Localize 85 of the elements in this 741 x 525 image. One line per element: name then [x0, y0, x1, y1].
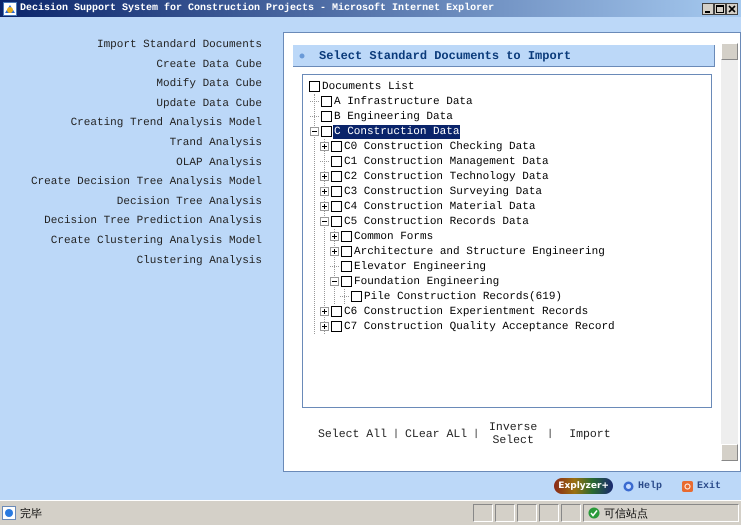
tree-item-label[interactable]: C2 Construction Technology Data: [343, 170, 550, 184]
sidebar-link[interactable]: Create Data Cube: [156, 56, 262, 76]
security-zone: 可信站点: [604, 506, 648, 520]
checkbox[interactable]: [331, 201, 342, 212]
checkbox[interactable]: [321, 111, 332, 122]
checkbox[interactable]: [331, 171, 342, 182]
status-panel: [517, 504, 537, 522]
tree-item-label[interactable]: C1 Construction Management Data: [343, 154, 550, 168]
bullet-icon: [299, 52, 305, 58]
status-panel: [495, 504, 515, 522]
action-link[interactable]: Select All: [318, 428, 388, 440]
sidebar-link[interactable]: Clustering Analysis: [136, 252, 262, 272]
collapse-icon[interactable]: [330, 277, 339, 286]
close-icon[interactable]: [726, 2, 738, 14]
status-text: 完毕: [20, 506, 42, 520]
sidebar-link[interactable]: Trand Analysis: [170, 134, 262, 154]
tree-item-label[interactable]: Pile Construction Records(619): [363, 290, 564, 304]
expand-icon[interactable]: [320, 187, 329, 196]
checkbox[interactable]: [351, 291, 362, 302]
collapse-icon[interactable]: [320, 217, 329, 226]
checkbox[interactable]: [321, 126, 332, 137]
checkbox[interactable]: [341, 231, 352, 242]
sidebar-link[interactable]: OLAP Analysis: [176, 154, 262, 174]
tree-item-label[interactable]: A Infrastructure Data: [333, 94, 474, 108]
sidebar-link[interactable]: Decision Tree Analysis: [116, 192, 262, 212]
sidebar-link[interactable]: Update Data Cube: [156, 94, 262, 114]
tree-item-label[interactable]: C0 Construction Checking Data: [343, 140, 536, 154]
action-link[interactable]: CLear ALl: [405, 428, 468, 440]
tree-item-label[interactable]: C4 Construction Material Data: [343, 200, 536, 214]
sidebar-link[interactable]: Decision Tree Prediction Analysis: [44, 212, 262, 232]
tree-item-label[interactable]: Documents List: [321, 80, 416, 94]
sidebar-link[interactable]: Modify Data Cube: [156, 75, 262, 95]
checkbox[interactable]: [341, 276, 352, 287]
tree-item-label[interactable]: Elevator Engineering: [353, 260, 488, 274]
footer-link[interactable]: Help: [638, 480, 662, 492]
status-panel: [561, 504, 581, 522]
explyzer-logo[interactable]: Explyzer+: [554, 478, 613, 494]
sidebar-link[interactable]: Create Clustering Analysis Model: [50, 232, 262, 252]
sidebar-link[interactable]: Import Standard Documents: [96, 36, 262, 56]
expand-icon[interactable]: [320, 307, 329, 316]
checkbox[interactable]: [331, 156, 342, 167]
tree-item-label[interactable]: Foundation Engineering: [353, 274, 500, 288]
checkbox[interactable]: [331, 141, 342, 152]
expand-icon[interactable]: [320, 142, 329, 151]
action-link[interactable]: Import: [569, 428, 611, 440]
separator-text: |: [393, 428, 400, 440]
checkbox[interactable]: [341, 246, 352, 257]
minimize-icon[interactable]: [702, 2, 714, 14]
checkbox[interactable]: [309, 81, 320, 92]
window-title: Decision Support System for Construction Projects - Microsoft Internet Explorer: [20, 3, 496, 14]
expand-icon[interactable]: [320, 202, 329, 211]
action-link[interactable]: Inverse Select: [485, 421, 542, 447]
tree-item-label[interactable]: Architecture and Structure Engineering: [353, 244, 606, 258]
separator-text: |: [473, 428, 480, 440]
sidebar-link[interactable]: Create Decision Tree Analysis Model: [30, 173, 262, 193]
tree-item-label[interactable]: Common Forms: [353, 230, 434, 244]
browser-icon: [3, 2, 17, 16]
scrollbar[interactable]: [721, 43, 738, 461]
footer-link[interactable]: Exit: [696, 480, 721, 492]
help-icon[interactable]: [622, 480, 634, 492]
tree-item-label[interactable]: B Engineering Data: [333, 110, 454, 124]
expand-icon[interactable]: [330, 247, 339, 256]
maximize-icon[interactable]: [714, 2, 726, 14]
sidebar-link[interactable]: Creating Trend Analysis Model: [70, 114, 262, 134]
expand-icon[interactable]: [320, 172, 329, 181]
collapse-icon[interactable]: [310, 127, 319, 136]
expand-icon[interactable]: [330, 232, 339, 241]
tree-item-label[interactable]: C6 Construction Experientment Records: [343, 304, 590, 318]
expand-icon[interactable]: [320, 322, 329, 331]
checkbox[interactable]: [331, 216, 342, 227]
tree-item-label[interactable]: C Construction Data: [333, 124, 460, 138]
tree-item-label[interactable]: C7 Construction Quality Acceptance Record: [343, 320, 616, 334]
tree-item-label[interactable]: C3 Construction Surveying Data: [343, 184, 544, 198]
checkbox[interactable]: [331, 321, 342, 332]
section-title: Select Standard Documents to Import: [319, 48, 572, 62]
check-icon: [588, 507, 600, 519]
exit-icon[interactable]: [682, 480, 693, 492]
separator-text: |: [547, 428, 554, 440]
status-panel: [473, 504, 493, 522]
checkbox[interactable]: [341, 261, 352, 272]
checkbox[interactable]: [321, 96, 332, 107]
tree-item-label[interactable]: C5 Construction Records Data: [343, 214, 530, 228]
checkbox[interactable]: [331, 306, 342, 317]
status-panel: [539, 504, 559, 522]
checkbox[interactable]: [331, 186, 342, 197]
